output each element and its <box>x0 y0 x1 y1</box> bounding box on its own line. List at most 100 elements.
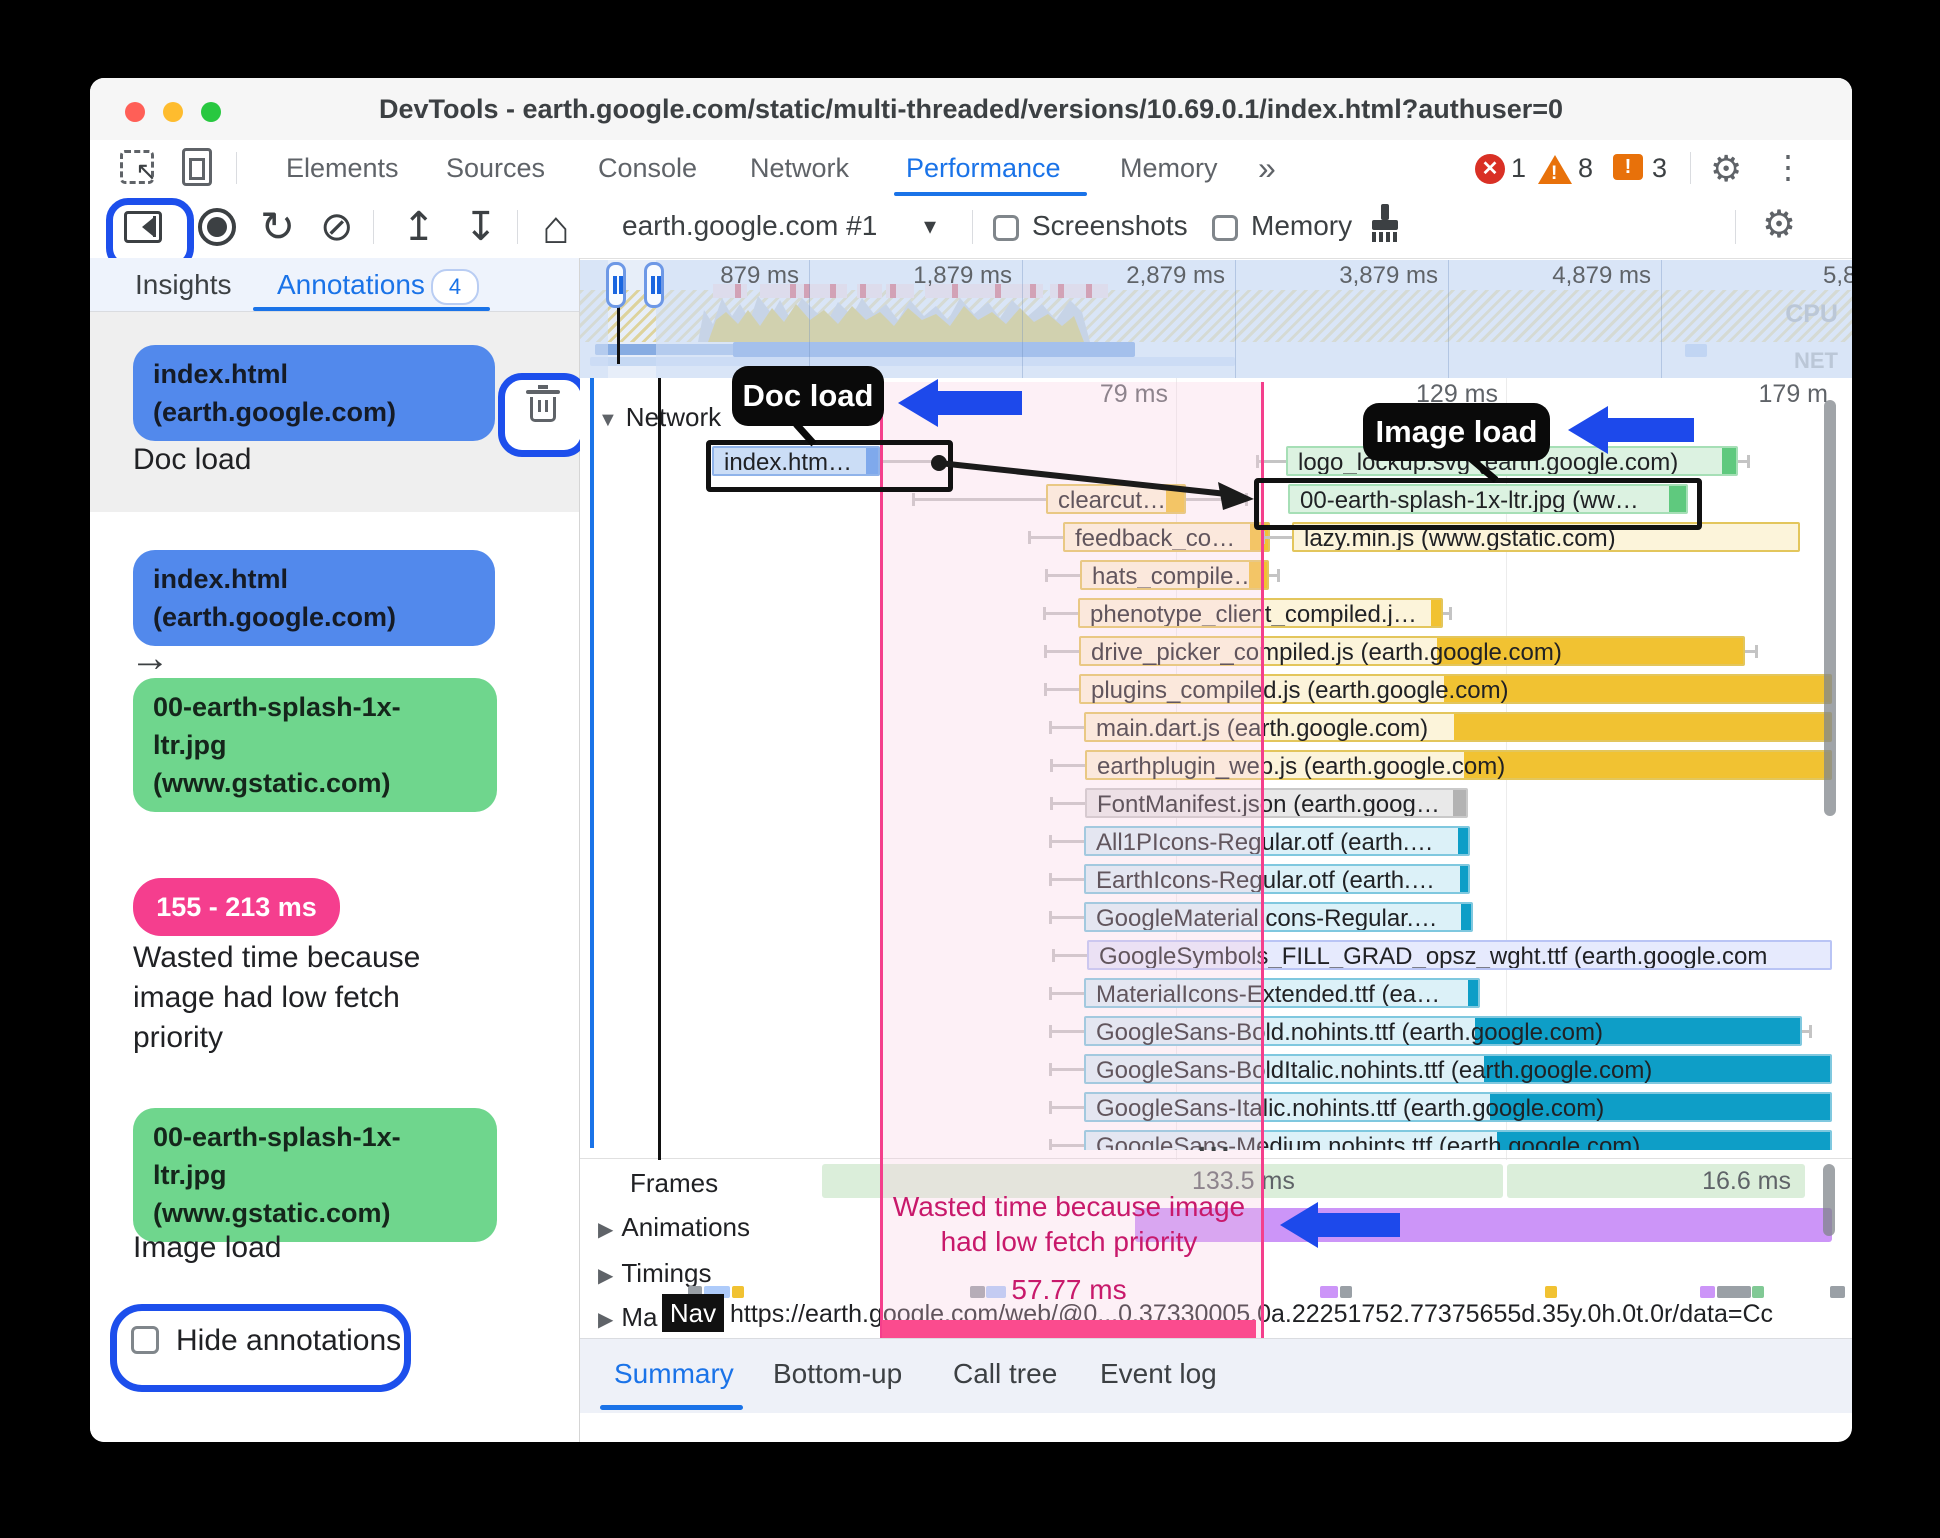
request-bar[interactable]: phenotype_client_compiled.j… <box>1078 598 1443 628</box>
request-whisker <box>1049 911 1084 924</box>
request-whisker <box>1269 569 1280 582</box>
overview-tick-line <box>1448 260 1449 378</box>
kebab-menu-icon[interactable]: ⋮ <box>1772 148 1804 186</box>
clear-icon[interactable]: ⊘ <box>320 204 354 250</box>
home-icon[interactable]: ⌂ <box>542 200 570 254</box>
issues-badge-icon[interactable]: ! <box>1613 154 1643 180</box>
annotation-label: Image load <box>133 1231 282 1264</box>
request-bar[interactable]: GoogleSans-BoldItalic.nohints.ttf (earth… <box>1084 1054 1832 1084</box>
request-bar[interactable]: drive_picker_compiled.js (earth.google.c… <box>1079 636 1745 666</box>
tab-elements[interactable]: Elements <box>286 140 399 196</box>
reload-record-icon[interactable]: ↻ <box>260 202 295 251</box>
bottom-tab-bottom-up[interactable]: Bottom-up <box>773 1339 902 1413</box>
window-right-handle[interactable] <box>644 262 664 308</box>
annotation-label: Doc load <box>133 443 252 476</box>
request-whisker <box>1052 949 1087 962</box>
request-whisker <box>1028 531 1063 544</box>
annotation-entry-doc-pill[interactable]: index.html (earth.google.com) <box>133 345 495 441</box>
timings-track-label[interactable]: ▶ Timings <box>598 1258 711 1289</box>
frames-bar-2[interactable]: 16.6 ms <box>1507 1164 1805 1198</box>
expand-triangle-icon[interactable]: ▶ <box>598 1309 613 1331</box>
collapse-triangle-icon[interactable]: ▼ <box>598 409 618 431</box>
annotation-range-label: Wasted time because image had low fetch … <box>133 941 421 1054</box>
annotation-link-to-pill[interactable]: 00-earth-splash-1x- ltr.jpg (www.gstatic… <box>133 678 497 812</box>
annotation-image-pill[interactable]: 00-earth-splash-1x- ltr.jpg (www.gstatic… <box>133 1108 497 1242</box>
request-bar[interactable]: FontManifest.json (earth.goog… <box>1085 788 1468 818</box>
request-whisker <box>1745 645 1758 658</box>
main-activity-chip <box>1700 1286 1715 1298</box>
screenshots-checkbox[interactable] <box>993 215 1019 241</box>
tab-insights[interactable]: Insights <box>135 258 232 311</box>
request-whisker <box>1050 759 1085 772</box>
request-whisker <box>1049 835 1084 848</box>
device-toolbar-icon[interactable] <box>182 148 212 186</box>
expand-triangle-icon[interactable]: ▶ <box>598 1265 613 1287</box>
overview-tick-line <box>809 260 810 378</box>
tab-network[interactable]: Network <box>750 140 849 196</box>
bottom-tab-summary[interactable]: Summary <box>614 1339 734 1413</box>
upload-profile-icon[interactable]: ↥ <box>402 204 436 250</box>
annotation-range-pill[interactable]: 155 - 213 ms <box>133 878 340 936</box>
main-track-label[interactable]: ▶ Ma <box>598 1302 658 1333</box>
request-bar[interactable]: MaterialIcons-Extended.ttf (ea… <box>1084 978 1480 1008</box>
wasted-time-text-line1: Wasted time because image <box>892 1191 1246 1222</box>
settings-gear-icon[interactable]: ⚙ <box>1710 148 1742 190</box>
request-bar[interactable]: feedback_co… <box>1063 522 1270 552</box>
request-whisker <box>1049 1139 1084 1150</box>
request-bar[interactable]: GoogleSymbols_FILL_GRAD_opsz_wght.ttf (e… <box>1087 940 1832 970</box>
request-whisker <box>1738 455 1750 468</box>
download-profile-icon[interactable]: ↧ <box>464 204 498 250</box>
tab-annotations[interactable]: Annotations <box>277 258 425 311</box>
tab-memory[interactable]: Memory <box>1120 140 1218 196</box>
error-badge-icon[interactable]: ✕ <box>1475 154 1505 184</box>
annotation-link-from-pill[interactable]: index.html (earth.google.com) <box>133 550 495 646</box>
collect-garbage-icon[interactable] <box>1368 204 1402 244</box>
devtools-tab-bar: ↖ Elements Sources Console Network Performan… <box>90 140 1852 197</box>
main-activity-chip <box>1320 1286 1338 1298</box>
toggle-sidebar-icon[interactable] <box>124 211 162 243</box>
request-bar[interactable]: clearcut… <box>1046 484 1186 514</box>
request-whisker <box>1802 1025 1812 1038</box>
warning-badge-icon[interactable]: ! <box>1538 155 1572 184</box>
capture-settings-gear-icon[interactable]: ⚙ <box>1762 202 1796 247</box>
window-left-handle[interactable] <box>606 262 626 308</box>
request-bar[interactable]: earthplugin_web.js (earth.google.com) <box>1085 750 1832 780</box>
request-bar[interactable]: GoogleSans-Bold.nohints.ttf (earth.googl… <box>1084 1016 1802 1046</box>
request-bar[interactable]: main.dart.js (earth.google.com) <box>1084 712 1832 742</box>
request-bar[interactable]: plugins_compiled.js (earth.google.com) <box>1079 674 1832 704</box>
main-activity-chip <box>1340 1286 1352 1298</box>
inspect-icon[interactable]: ↖ <box>120 150 157 186</box>
record-icon[interactable] <box>198 208 236 246</box>
request-bar[interactable]: GoogleSans-Medium.nohints.ttf (earth.goo… <box>1084 1130 1832 1150</box>
memory-checkbox[interactable] <box>1212 215 1238 241</box>
request-bar[interactable]: All1PIcons-Regular.otf (earth.… <box>1084 826 1470 856</box>
request-whisker <box>1043 607 1078 620</box>
timeline-overview[interactable]: CPU NET 879 ms1,879 ms2,879 ms3,879 ms4,… <box>580 260 1852 379</box>
sidebar-active-tab-underline <box>253 307 490 311</box>
animations-track-label[interactable]: ▶ Animations <box>598 1212 750 1243</box>
wasted-time-bottom-strip <box>882 1320 1256 1338</box>
hide-annotations-checkbox[interactable] <box>131 1326 159 1354</box>
waterfall-scrollbar[interactable] <box>1824 400 1836 816</box>
bottom-tab-event-log[interactable]: Event log <box>1100 1339 1217 1413</box>
tab-performance[interactable]: Performance <box>906 140 1061 196</box>
request-bar[interactable]: hats_compile… <box>1080 560 1269 590</box>
bottom-tab-call-tree[interactable]: Call tree <box>953 1339 1057 1413</box>
title-bar: DevTools - earth.google.com/static/multi… <box>90 78 1852 141</box>
request-bar[interactable]: GoogleMaterialIcons-Regular.… <box>1084 902 1473 932</box>
frames-track-label[interactable]: Frames <box>630 1168 718 1199</box>
annotations-sidebar: Insights Annotations 4 index.html (earth… <box>90 258 588 1442</box>
chevron-down-icon[interactable]: ▾ <box>924 212 936 241</box>
overview-dim-left <box>580 260 608 378</box>
history-dropdown[interactable]: earth.google.com #1 <box>622 210 877 242</box>
tab-sources[interactable]: Sources <box>446 140 545 196</box>
expand-triangle-icon[interactable]: ▶ <box>598 1219 613 1241</box>
more-rows-indicator[interactable]: ... <box>1198 1126 1233 1158</box>
more-tabs-icon[interactable]: » <box>1258 140 1276 196</box>
tab-console[interactable]: Console <box>598 140 697 196</box>
request-whisker <box>1050 797 1085 810</box>
request-bar[interactable]: GoogleSans-Italic.nohints.ttf (earth.goo… <box>1084 1092 1832 1122</box>
overview-tick-label: 3,879 ms <box>1339 262 1438 289</box>
lower-scrollbar[interactable] <box>1823 1164 1835 1236</box>
request-bar[interactable]: EarthIcons-Regular.otf (earth.… <box>1084 864 1470 894</box>
